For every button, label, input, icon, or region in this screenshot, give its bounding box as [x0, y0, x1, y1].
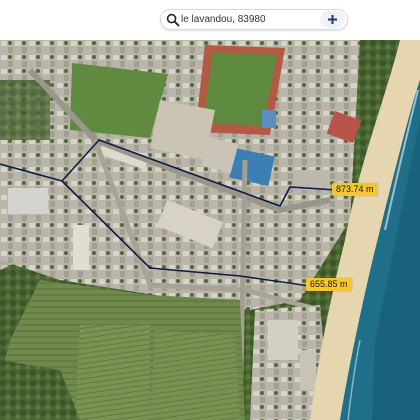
search-box[interactable] — [160, 9, 348, 30]
add-button[interactable] — [320, 11, 345, 28]
distance-label-2[interactable]: 655.85 m — [306, 278, 352, 291]
satellite-map[interactable]: 873.74 m 655.85 m — [0, 40, 420, 420]
search-input[interactable] — [181, 11, 321, 28]
map-imagery — [0, 40, 420, 420]
top-bar — [0, 0, 420, 40]
search-icon — [166, 13, 180, 27]
distance-label-1[interactable]: 873.74 m — [332, 183, 378, 196]
plus-icon — [328, 15, 337, 24]
